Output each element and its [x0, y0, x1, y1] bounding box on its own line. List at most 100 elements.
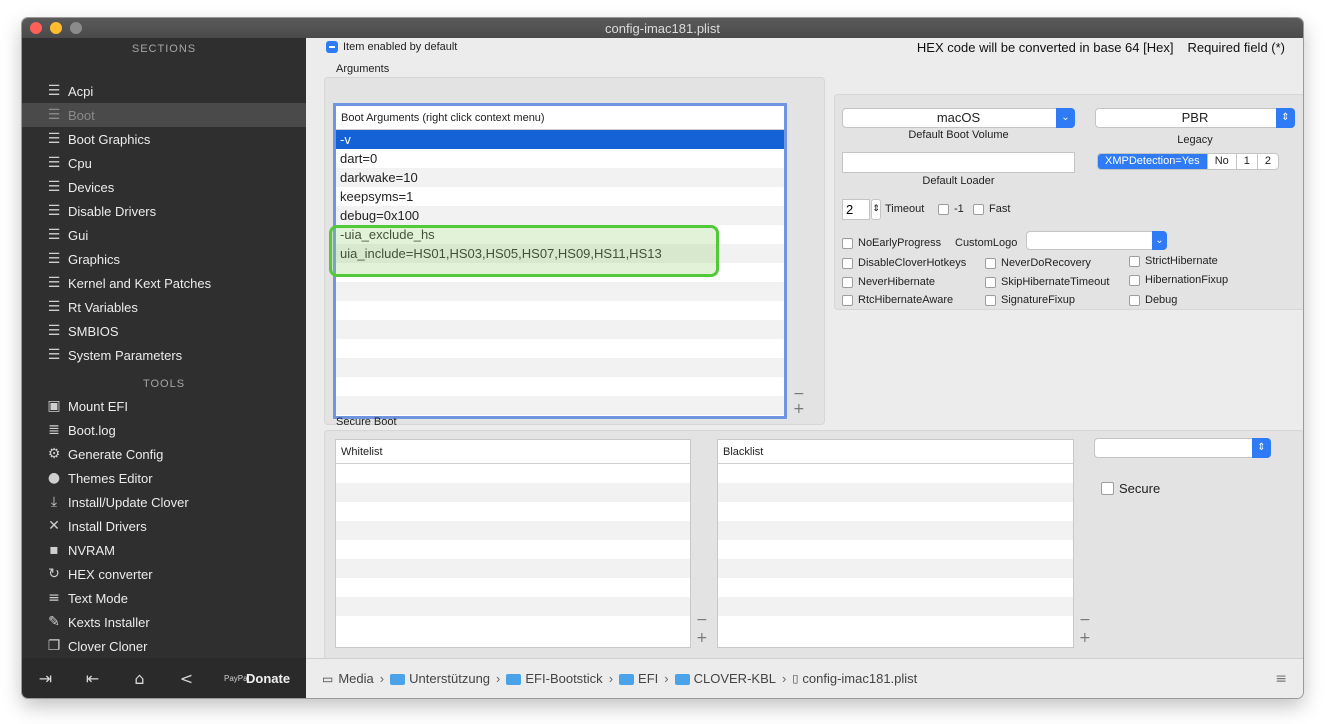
item-enabled-row[interactable]: Item enabled by default	[326, 41, 457, 53]
header-notes: HEX code will be converted in base 64 [H…	[917, 40, 1285, 55]
flag-debug[interactable]: Debug	[1129, 294, 1177, 306]
sidebar-footer: ⇥ ⇤ ⌂ < PayPal Donate	[22, 658, 306, 698]
tool-text-mode[interactable]: ≡ Text Mode	[22, 586, 306, 610]
tool-label: Boot.log	[68, 422, 116, 438]
default-loader-field[interactable]	[842, 152, 1075, 173]
flag-label: SignatureFixup	[1001, 294, 1075, 306]
export-icon[interactable]: ⇤	[69, 669, 116, 688]
tool-themes-editor[interactable]: ● Themes Editor	[22, 466, 306, 490]
sidebar-item-gui[interactable]: ☰ Gui	[22, 223, 306, 247]
minus-one-checkbox[interactable]: -1	[938, 203, 964, 215]
sidebar-item-label: Graphics	[68, 251, 121, 267]
flag-hibernation-fixup[interactable]: HibernationFixup	[1129, 274, 1228, 286]
tool-label: Install Drivers	[68, 518, 147, 534]
list-item[interactable]: darkwake=10	[336, 168, 784, 187]
list-icon: ☰	[47, 155, 61, 171]
share-icon[interactable]: <	[163, 669, 210, 688]
list-icon: ☰	[47, 275, 61, 291]
sidebar-item-label: System Parameters	[68, 347, 183, 363]
breadcrumb-unterstuetzung[interactable]: Unterstützung	[409, 671, 490, 686]
xmp-option-no[interactable]: No	[1206, 154, 1236, 169]
hex-note: HEX code will be converted in base 64 [H…	[916, 40, 1174, 55]
flag-never-hibernate[interactable]: NeverHibernate	[842, 276, 935, 288]
palette-icon: ●	[47, 470, 61, 486]
blacklist-remove-button[interactable]: −	[1079, 613, 1091, 627]
tool-nvram[interactable]: ▪ NVRAM	[22, 538, 306, 562]
secure-label: Secure	[1119, 481, 1161, 496]
breadcrumb-efi[interactable]: EFI	[638, 671, 658, 686]
tool-hex-converter[interactable]: ↻ HEX converter	[22, 562, 306, 586]
breadcrumb-config-file[interactable]: config-imac181.plist	[802, 671, 917, 686]
xmp-segmented-control[interactable]: XMPDetection=Yes No 1 2	[1097, 153, 1279, 170]
sidebar-item-label: Gui	[68, 227, 89, 243]
list-item	[336, 358, 784, 377]
flag-label: RtcHibernateAware	[858, 294, 954, 306]
flag-skip-hibernate-timeout[interactable]: SkipHibernateTimeout	[985, 276, 1109, 288]
list-item[interactable]: dart=0	[336, 149, 784, 168]
flag-rtc-hibernate-aware[interactable]: RtcHibernateAware	[842, 294, 953, 306]
sidebar-item-label: Disable Drivers	[68, 203, 157, 219]
sidebar-item-devices[interactable]: ☰ Devices	[22, 175, 306, 199]
menu-icon[interactable]: ≡	[1275, 671, 1287, 687]
breadcrumb-media[interactable]: Media	[338, 671, 373, 686]
sidebar-item-smbios[interactable]: ☰ SMBIOS	[22, 319, 306, 343]
timeout-stepper[interactable]: ⇕	[871, 199, 881, 220]
secure-boot-policy-select[interactable]: ⇕	[1094, 438, 1271, 458]
sidebar-item-rt-variables[interactable]: ☰ Rt Variables	[22, 295, 306, 319]
no-early-progress-label: NoEarlyProgress	[858, 237, 942, 249]
list-item[interactable]: debug=0x100	[336, 206, 784, 225]
sections-header: SECTIONS	[131, 43, 197, 55]
tool-label: Text Mode	[68, 590, 128, 606]
list-item[interactable]: keepsyms=1	[336, 187, 784, 206]
whitelist-add-button[interactable]: +	[696, 631, 708, 645]
default-boot-volume-select[interactable]: macOS ⌄	[842, 108, 1075, 128]
timeout-field[interactable]: 2	[842, 199, 870, 220]
sidebar-item-kernel-kext-patches[interactable]: ☰ Kernel and Kext Patches	[22, 271, 306, 295]
whitelist-list[interactable]: Whitelist	[335, 439, 691, 648]
xmp-option-1[interactable]: 1	[1235, 154, 1257, 169]
flag-strict-hibernate[interactable]: StrictHibernate	[1129, 255, 1218, 267]
tool-label: Kexts Installer	[68, 614, 150, 630]
sidebar-item-disable-drivers[interactable]: ☰ Disable Drivers	[22, 199, 306, 223]
sidebar-item-boot-graphics[interactable]: ☰ Boot Graphics	[22, 127, 306, 151]
import-icon[interactable]: ⇥	[22, 669, 69, 688]
breadcrumb-clover-kbl[interactable]: CLOVER-KBL	[694, 671, 776, 686]
home-icon[interactable]: ⌂	[116, 669, 163, 688]
xmp-option-yes[interactable]: XMPDetection=Yes	[1098, 154, 1207, 169]
blacklist-add-button[interactable]: +	[1079, 631, 1091, 645]
tool-kexts-installer[interactable]: ✎ Kexts Installer	[22, 610, 306, 634]
sidebar-item-boot[interactable]: ☰ Boot	[22, 103, 306, 127]
custom-logo-select[interactable]: ⌄	[1026, 231, 1167, 250]
blacklist-list[interactable]: Blacklist	[717, 439, 1074, 648]
secure-checkbox[interactable]: Secure	[1101, 481, 1160, 496]
flag-signature-fixup[interactable]: SignatureFixup	[985, 294, 1075, 306]
add-argument-button[interactable]: +	[793, 402, 805, 416]
xmp-option-2[interactable]: 2	[1256, 154, 1278, 169]
item-enabled-checkbox[interactable]	[326, 41, 338, 53]
sidebar-item-system-parameters[interactable]: ☰ System Parameters	[22, 343, 306, 367]
flag-never-do-recovery[interactable]: NeverDoRecovery	[985, 257, 1091, 269]
sidebar-item-cpu[interactable]: ☰ Cpu	[22, 151, 306, 175]
tool-generate-config[interactable]: ⚙ Generate Config	[22, 442, 306, 466]
remove-argument-button[interactable]: −	[793, 387, 805, 401]
tool-label: Themes Editor	[68, 470, 153, 486]
flag-disable-clover-hotkeys[interactable]: DisableCloverHotkeys	[842, 257, 966, 269]
sidebar-item-graphics[interactable]: ☰ Graphics	[22, 247, 306, 271]
default-boot-volume-label: Default Boot Volume	[908, 129, 1009, 141]
tool-boot-log[interactable]: ≣ Boot.log	[22, 418, 306, 442]
sidebar-item-acpi[interactable]: ☰ Acpi	[22, 79, 306, 103]
tool-clover-cloner[interactable]: ❐ Clover Cloner	[22, 634, 306, 658]
tool-install-update-clover[interactable]: ⤓ Install/Update Clover	[22, 490, 306, 514]
legacy-select[interactable]: PBR ⇕	[1095, 108, 1295, 128]
no-early-progress-checkbox[interactable]: NoEarlyProgress	[842, 237, 941, 249]
fast-checkbox[interactable]: Fast	[973, 203, 1010, 215]
list-item[interactable]: -v	[336, 130, 784, 149]
tool-install-drivers[interactable]: ✕ Install Drivers	[22, 514, 306, 538]
timeout-label: Timeout	[885, 203, 925, 215]
breadcrumb-efi-bootstick[interactable]: EFI-Bootstick	[525, 671, 602, 686]
list-icon: ☰	[47, 203, 61, 219]
wand-icon: ✎	[48, 614, 60, 630]
whitelist-remove-button[interactable]: −	[696, 613, 708, 627]
donate-button[interactable]: Donate	[246, 671, 290, 686]
tool-mount-efi[interactable]: ▣ Mount EFI	[22, 394, 306, 418]
